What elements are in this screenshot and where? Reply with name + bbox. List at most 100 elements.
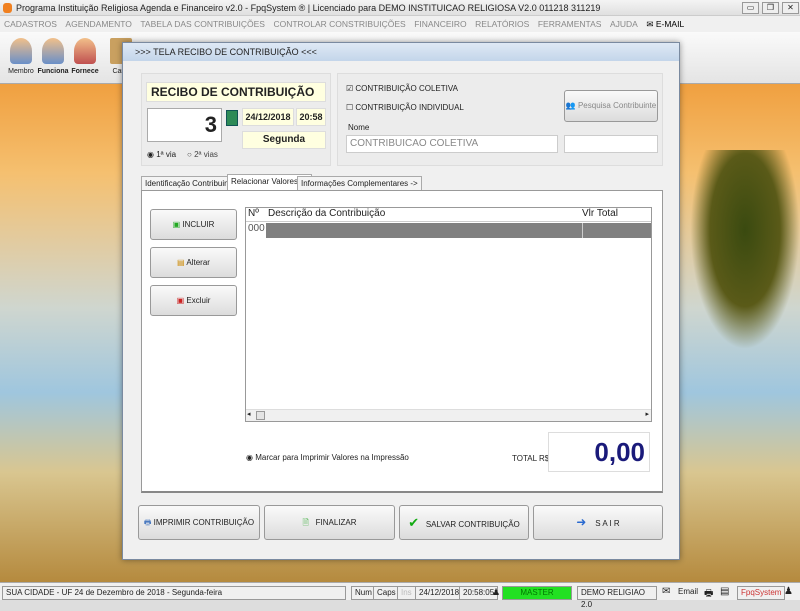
- salvar-button[interactable]: ✔ SALVAR CONTRIBUIÇÃO: [399, 505, 529, 540]
- toolbar-funciona[interactable]: Funciona: [36, 36, 70, 82]
- window-title: Programa Instituição Religiosa Agenda e …: [16, 3, 601, 13]
- via2-radio[interactable]: ○ 2ª vias: [187, 150, 218, 159]
- member-icon: [10, 38, 32, 64]
- toolbar-membro[interactable]: Membro: [4, 36, 38, 82]
- scroll-left-icon[interactable]: ◂: [247, 410, 251, 418]
- title-bar: Programa Instituição Religiosa Agenda e …: [0, 0, 800, 16]
- receipt-number[interactable]: 3: [147, 108, 222, 142]
- document-check-icon: 🗎: [302, 518, 309, 527]
- nome-label: Nome: [348, 123, 370, 132]
- status-brand[interactable]: FpqSystem: [737, 586, 786, 600]
- menu-tabela[interactable]: TABELA DAS CONTRIBUIÇÕES: [140, 19, 265, 29]
- restore-button[interactable]: ❐: [762, 2, 779, 14]
- values-grid: Nº Descrição da Contribuição Vlr Total 0…: [245, 207, 652, 422]
- incluir-label: INCLUIR: [182, 220, 215, 229]
- tree-image: [690, 150, 800, 350]
- status-bar: SUA CIDADE - UF 24 de Dezembro de 2018 -…: [0, 582, 800, 609]
- receipt-panel: RECIBO DE CONTRIBUIÇÃO 3 24/12/2018 20:5…: [141, 73, 331, 166]
- menu-ferramentas[interactable]: FERRAMENTAS: [538, 19, 602, 29]
- status-email[interactable]: Email: [675, 586, 701, 600]
- tab-informacoes[interactable]: Informações Complementares ->: [297, 176, 422, 191]
- time-field: 20:58: [296, 108, 326, 126]
- total-value: 0,00: [548, 432, 650, 472]
- coletiva-label: CONTRIBUIÇÃO COLETIVA: [355, 84, 458, 93]
- menu-financeiro[interactable]: FINANCEIRO: [414, 19, 466, 29]
- nome-field[interactable]: CONTRIBUICAO COLETIVA: [346, 135, 558, 153]
- finalizar-label: FINALIZAR: [315, 518, 357, 527]
- scroll-thumb[interactable]: [256, 411, 265, 420]
- imprimir-button[interactable]: 🖶 IMPRIMIR CONTRIBUIÇÃO: [138, 505, 260, 540]
- weekday-field: Segunda: [242, 131, 326, 149]
- sair-button[interactable]: ➜ S A I R: [533, 505, 663, 540]
- sair-label: S A I R: [595, 519, 620, 528]
- menu-relatorios[interactable]: RELATÓRIOS: [475, 19, 529, 29]
- col-descricao[interactable]: Descrição da Contribuição: [268, 208, 385, 219]
- col-vlr-total[interactable]: Vlr Total: [582, 208, 618, 219]
- individual-label: CONTRIBUIÇÃO INDIVIDUAL: [355, 103, 464, 112]
- tab-content: ▣ INCLUIR ▤ Alterar ▣ Excluir Nº Descriç…: [141, 190, 663, 493]
- edit-icon: ▤: [177, 258, 185, 267]
- arrow-right-icon: ➜: [576, 515, 587, 529]
- incluir-button[interactable]: ▣ INCLUIR: [150, 209, 237, 240]
- toolbar-label: Funciona: [37, 68, 69, 75]
- marcar-label: Marcar para Imprimir Valores na Impressã…: [255, 453, 409, 462]
- alterar-button[interactable]: ▤ Alterar: [150, 247, 237, 278]
- receipt-dialog: >>> TELA RECIBO DE CONTRIBUIÇÃO <<< RECI…: [122, 42, 680, 560]
- user-icon: ♟: [492, 587, 501, 597]
- salvar-label: SALVAR CONTRIBUIÇÃO: [425, 520, 520, 529]
- menu-ajuda[interactable]: AJUDA: [610, 19, 638, 29]
- app-icon: [3, 3, 12, 13]
- finalizar-button[interactable]: 🗎 FINALIZAR: [264, 505, 395, 540]
- toolbar-fornece[interactable]: Fornece: [68, 36, 102, 82]
- minimize-button[interactable]: ▭: [742, 2, 759, 14]
- grid-header: Nº Descrição da Contribuição Vlr Total: [246, 208, 651, 222]
- supplier-icon: [74, 38, 96, 64]
- extra-field[interactable]: [564, 135, 658, 153]
- via2-label: 2ª vias: [194, 150, 218, 159]
- scroll-right-icon[interactable]: ▸: [645, 410, 649, 418]
- status-date: 24/12/2018: [415, 586, 464, 600]
- dialog-header: >>> TELA RECIBO DE CONTRIBUIÇÃO <<<: [123, 43, 679, 61]
- status-ins: Ins: [397, 586, 416, 600]
- check-icon: ✔: [408, 515, 420, 530]
- table-row[interactable]: 000: [246, 223, 651, 238]
- toolbar-label: Membro: [8, 68, 34, 75]
- contributor-panel: ☑ CONTRIBUIÇÃO COLETIVA ☐ CONTRIBUIÇÃO I…: [337, 73, 663, 166]
- excluir-button[interactable]: ▣ Excluir: [150, 285, 237, 316]
- menu-bar: CADASTROS AGENDAMENTO TABELA DAS CONTRIB…: [0, 16, 800, 32]
- network-icon[interactable]: ▤: [720, 586, 729, 597]
- email-icon[interactable]: ✉: [662, 586, 670, 597]
- individual-checkbox[interactable]: ☐ CONTRIBUIÇÃO INDIVIDUAL: [346, 103, 464, 112]
- alterar-label: Alterar: [186, 258, 210, 267]
- marcar-radio[interactable]: ◉ Marcar para Imprimir Valores na Impres…: [246, 453, 409, 462]
- horizontal-scrollbar[interactable]: ◂ ▸: [246, 409, 651, 421]
- pesquisa-label: Pesquisa Contribuinte: [577, 101, 657, 110]
- employee-icon: [42, 38, 64, 64]
- add-icon: ▣: [172, 220, 181, 229]
- col-numero[interactable]: Nº: [248, 208, 259, 219]
- status-caps: Caps: [373, 586, 400, 600]
- toolbar-label: Fornece: [71, 68, 99, 75]
- status-company: DEMO RELIGIAO 2.0: [577, 586, 657, 609]
- printer-status-icon[interactable]: 🖶: [704, 586, 713, 603]
- close-button[interactable]: ✕: [782, 2, 799, 14]
- pesquisa-contribuinte-button[interactable]: 👥 Pesquisa Contribuinte: [564, 90, 658, 122]
- menu-email-label: E-MAIL: [655, 19, 685, 29]
- via1-label: 1ª via: [156, 150, 177, 159]
- total-label: TOTAL R$: [512, 454, 550, 463]
- menu-agendamento[interactable]: AGENDAMENTO: [65, 19, 131, 29]
- date-field: 24/12/2018: [242, 108, 294, 126]
- cell-numero: 000: [246, 223, 266, 238]
- user-status-icon: ♟: [784, 586, 793, 597]
- menu-controlar[interactable]: CONTROLAR CONSTRIBUIÇÕES: [273, 19, 405, 29]
- coletiva-checkbox[interactable]: ☑ CONTRIBUIÇÃO COLETIVA: [346, 84, 458, 93]
- status-city: SUA CIDADE - UF 24 de Dezembro de 2018 -…: [2, 586, 346, 600]
- status-user: MASTER: [502, 586, 572, 600]
- receipt-title: RECIBO DE CONTRIBUIÇÃO: [146, 82, 326, 102]
- menu-cadastros[interactable]: CADASTROS: [4, 19, 57, 29]
- imprimir-label: IMPRIMIR CONTRIBUIÇÃO: [153, 518, 255, 527]
- menu-email[interactable]: ✉ E-MAIL: [646, 19, 684, 29]
- delete-icon: ▣: [176, 296, 185, 305]
- via1-radio[interactable]: ◉ 1ª via: [147, 150, 176, 159]
- calculator-icon[interactable]: [226, 110, 238, 126]
